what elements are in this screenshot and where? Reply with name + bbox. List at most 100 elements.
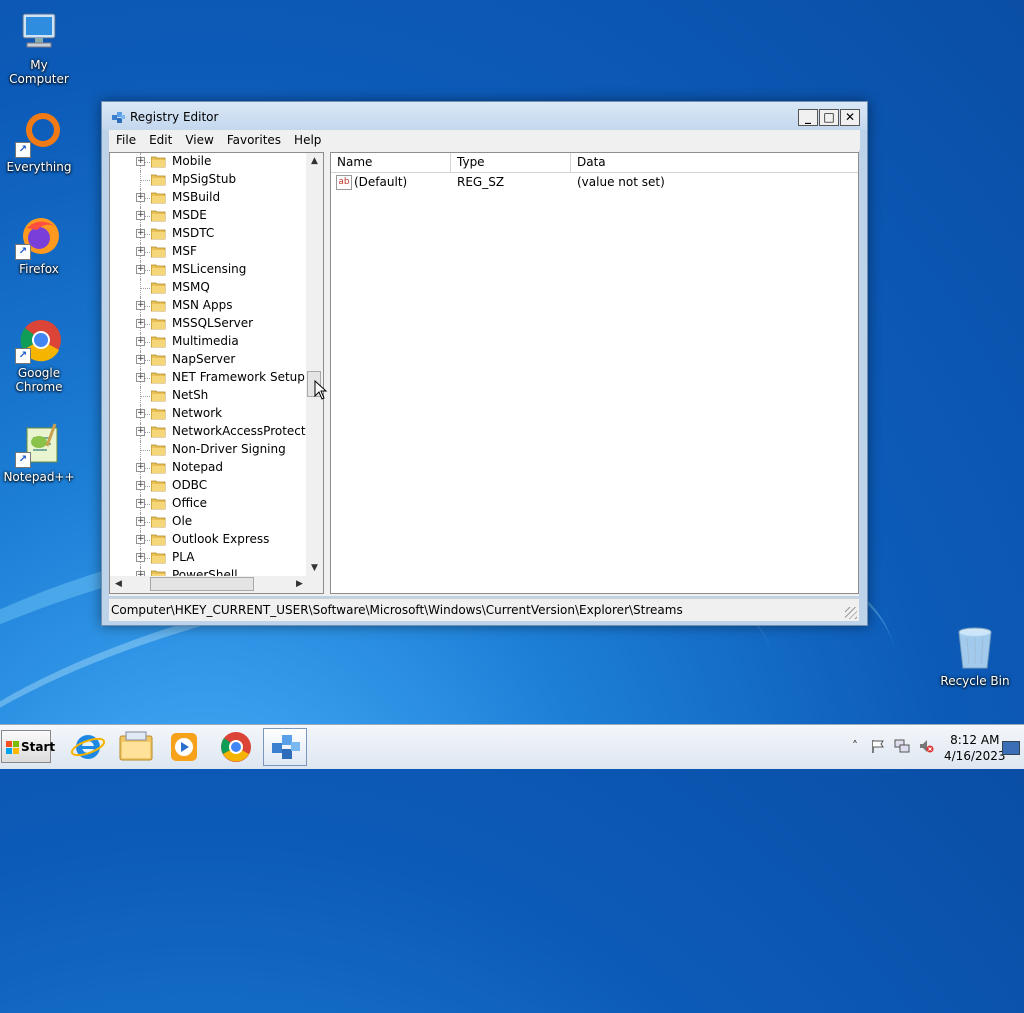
menu-file[interactable]: File xyxy=(109,130,142,147)
tree-item-label: Mobile xyxy=(172,154,212,168)
expand-plus-icon[interactable]: + xyxy=(136,463,145,472)
scroll-thumb[interactable] xyxy=(150,577,254,591)
tree-item-label: MSF xyxy=(172,244,197,258)
windows-flag-icon xyxy=(6,741,20,755)
desktop-icon-google-chrome[interactable]: ↗ Google Chrome xyxy=(0,316,78,394)
tree-item-label: MSDE xyxy=(172,208,207,222)
expand-plus-icon[interactable]: + xyxy=(136,409,145,418)
tree-item[interactable]: + MSDE xyxy=(110,207,308,225)
column-header-name[interactable]: Name xyxy=(331,153,451,172)
tree-item[interactable]: + MSDTC xyxy=(110,225,308,243)
show-hidden-icons-chevron-icon[interactable]: ˄ xyxy=(852,739,858,753)
volume-muted-icon[interactable] xyxy=(918,738,934,757)
taskbar-chrome[interactable] xyxy=(214,728,258,766)
tree-item[interactable]: + MSF xyxy=(110,243,308,261)
expand-plus-icon[interactable]: + xyxy=(136,427,145,436)
show-desktop-button[interactable] xyxy=(1002,741,1020,755)
tree-item[interactable]: + MSSQLServer xyxy=(110,315,308,333)
maximize-button[interactable]: □ xyxy=(819,109,839,126)
taskbar-registry-editor[interactable] xyxy=(263,728,307,766)
tree-item[interactable]: + Mobile xyxy=(110,153,308,171)
taskbar-internet-explorer[interactable] xyxy=(66,728,110,766)
title-bar[interactable]: Registry Editor _ □ ✕ xyxy=(102,102,867,130)
tree-item[interactable]: + Ole xyxy=(110,513,308,531)
tree-item-label: NetworkAccessProtection xyxy=(172,424,308,438)
tree-item[interactable]: + MSN Apps xyxy=(110,297,308,315)
tree-item[interactable]: Non-Driver Signing xyxy=(110,441,308,459)
expand-plus-icon[interactable]: + xyxy=(136,157,145,166)
tree-vertical-scrollbar[interactable]: ▲ ▼ xyxy=(306,153,323,577)
desktop-icon-notepadpp[interactable]: ↗ Notepad++ xyxy=(0,420,78,484)
expand-plus-icon[interactable]: + xyxy=(136,517,145,526)
tree-item-label: Outlook Express xyxy=(172,532,270,546)
expand-plus-icon[interactable]: + xyxy=(136,229,145,238)
expand-plus-icon[interactable]: + xyxy=(136,301,145,310)
everything-icon: ↗ xyxy=(15,110,63,158)
list-item[interactable]: ab (Default) REG_SZ (value not set) xyxy=(331,174,858,192)
expand-plus-icon[interactable]: + xyxy=(136,355,145,364)
expand-plus-icon[interactable]: + xyxy=(136,337,145,346)
menu-edit[interactable]: Edit xyxy=(142,130,178,147)
scroll-left-arrow-icon[interactable]: ◀ xyxy=(110,576,127,593)
action-center-flag-icon[interactable] xyxy=(870,738,886,757)
tree-item[interactable]: + NET Framework Setup xyxy=(110,369,308,387)
menu-help[interactable]: Help xyxy=(287,130,327,147)
registry-editor-window[interactable]: Registry Editor _ □ ✕ File Edit View Favori… xyxy=(101,101,868,626)
expand-plus-icon[interactable]: + xyxy=(136,481,145,490)
minimize-button[interactable]: _ xyxy=(798,109,818,126)
expand-plus-icon[interactable]: + xyxy=(136,373,145,382)
scroll-up-arrow-icon[interactable]: ▲ xyxy=(306,153,323,170)
values-list-pane[interactable]: Name Type Data ab (Default) REG_SZ (valu… xyxy=(330,152,859,594)
taskbar-media-player[interactable] xyxy=(162,728,206,766)
tree-item[interactable]: + ODBC xyxy=(110,477,308,495)
status-bar: Computer\HKEY_CURRENT_USER\Software\Micr… xyxy=(109,598,859,621)
expand-plus-icon[interactable]: + xyxy=(136,499,145,508)
expand-plus-icon[interactable]: + xyxy=(136,247,145,256)
resize-grip-icon[interactable] xyxy=(845,607,857,619)
window-title: Registry Editor xyxy=(130,110,219,124)
tree-horizontal-scrollbar[interactable]: ◀ ▶ xyxy=(110,576,308,593)
desktop-icon-recycle-bin[interactable]: Recycle Bin xyxy=(936,624,1014,688)
menu-favorites[interactable]: Favorites xyxy=(220,130,287,147)
tree-item-label: PLA xyxy=(172,550,195,564)
tree-item[interactable]: + Network xyxy=(110,405,308,423)
desktop-icon-my-computer[interactable]: My Computer xyxy=(0,8,78,86)
tree-item[interactable]: + NetworkAccessProtection xyxy=(110,423,308,441)
network-icon[interactable] xyxy=(894,738,910,757)
desktop-icon-label: Notepad++ xyxy=(3,470,75,484)
column-header-type[interactable]: Type xyxy=(451,153,571,172)
scroll-down-arrow-icon[interactable]: ▼ xyxy=(306,560,323,577)
media-player-icon xyxy=(171,733,197,761)
tree-item[interactable]: MSMQ xyxy=(110,279,308,297)
tree-item[interactable]: + MSBuild xyxy=(110,189,308,207)
clock[interactable]: 8:12 AM 4/16/2023 xyxy=(944,732,1006,764)
close-button[interactable]: ✕ xyxy=(840,109,860,126)
tree-item[interactable]: + PLA xyxy=(110,549,308,567)
tree-item[interactable]: + NapServer xyxy=(110,351,308,369)
tree-item[interactable]: NetSh xyxy=(110,387,308,405)
start-button[interactable]: Start xyxy=(1,730,55,763)
tree-item[interactable]: MpSigStub xyxy=(110,171,308,189)
registry-tree-pane[interactable]: + Mobile MpSigStub + MSBuild + MSDE + MSDTC + MSF +… xyxy=(109,152,324,594)
column-header-data[interactable]: Data xyxy=(571,153,858,172)
tree-item[interactable]: + Outlook Express xyxy=(110,531,308,549)
computer-icon xyxy=(15,8,63,56)
expand-plus-icon[interactable]: + xyxy=(136,193,145,202)
desktop-icon-everything[interactable]: ↗ Everything xyxy=(0,110,78,174)
tree-item[interactable]: + Notepad xyxy=(110,459,308,477)
tree-item[interactable]: + Multimedia xyxy=(110,333,308,351)
tree-item-label: MSSQLServer xyxy=(172,316,254,330)
tree-item[interactable]: + MSLicensing xyxy=(110,261,308,279)
taskbar-windows-explorer[interactable] xyxy=(114,728,158,766)
expand-plus-icon[interactable]: + xyxy=(136,319,145,328)
folder-icon xyxy=(150,210,166,222)
expand-plus-icon[interactable]: + xyxy=(136,211,145,220)
expand-plus-icon[interactable]: + xyxy=(136,535,145,544)
menu-view[interactable]: View xyxy=(178,130,219,147)
tree-item[interactable]: + Office xyxy=(110,495,308,513)
expand-plus-icon[interactable]: + xyxy=(136,265,145,274)
expand-plus-icon[interactable]: + xyxy=(136,553,145,562)
regedit-icon xyxy=(111,110,126,124)
windows-explorer-icon xyxy=(119,731,153,761)
desktop-icon-firefox[interactable]: ↗ Firefox xyxy=(0,212,78,276)
